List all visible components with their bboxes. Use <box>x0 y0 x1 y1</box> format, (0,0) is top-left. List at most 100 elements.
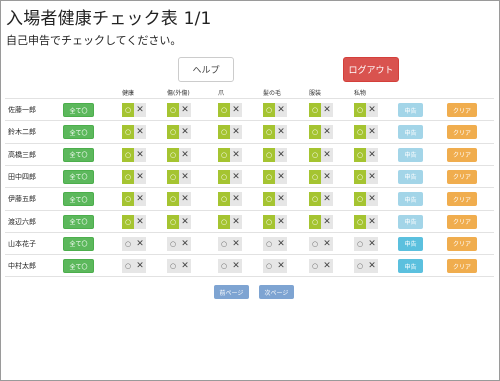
ng-option[interactable]: ✕ <box>179 259 191 274</box>
ng-option[interactable]: ✕ <box>275 192 287 207</box>
ok-option[interactable]: ○ <box>122 192 134 207</box>
ng-option[interactable]: ✕ <box>230 259 242 274</box>
ok-option[interactable]: ○ <box>309 147 321 162</box>
ok-option[interactable]: ○ <box>218 214 230 229</box>
ng-option[interactable]: ✕ <box>134 236 146 251</box>
ng-option[interactable]: ✕ <box>366 236 378 251</box>
ng-option[interactable]: ✕ <box>275 259 287 274</box>
ok-option[interactable]: ○ <box>309 236 321 251</box>
check-all-button[interactable]: 全て〇 <box>63 125 94 140</box>
clear-button[interactable]: クリア <box>447 214 477 229</box>
ok-option[interactable]: ○ <box>263 125 275 140</box>
submit-button[interactable]: 申告 <box>398 214 423 229</box>
check-all-button[interactable]: 全て〇 <box>63 147 94 162</box>
ng-option[interactable]: ✕ <box>179 103 191 117</box>
ng-option[interactable]: ✕ <box>366 169 378 184</box>
ok-option[interactable]: ○ <box>122 147 134 162</box>
submit-button[interactable]: 申告 <box>398 125 423 140</box>
clear-button[interactable]: クリア <box>447 125 477 140</box>
ok-option[interactable]: ○ <box>167 125 179 140</box>
ok-option[interactable]: ○ <box>354 147 366 162</box>
submit-button[interactable]: 申告 <box>398 103 423 117</box>
ok-option[interactable]: ○ <box>354 236 366 251</box>
ok-option[interactable]: ○ <box>218 236 230 251</box>
ng-option[interactable]: ✕ <box>321 236 333 251</box>
ok-option[interactable]: ○ <box>354 259 366 274</box>
ok-option[interactable]: ○ <box>122 169 134 184</box>
ng-option[interactable]: ✕ <box>321 125 333 140</box>
ok-option[interactable]: ○ <box>122 125 134 140</box>
logout-button[interactable]: ログアウト <box>343 57 399 82</box>
ng-option[interactable]: ✕ <box>134 259 146 274</box>
check-all-button[interactable]: 全て〇 <box>63 236 94 251</box>
ok-option[interactable]: ○ <box>309 125 321 140</box>
ok-option[interactable]: ○ <box>167 103 179 117</box>
ok-option[interactable]: ○ <box>122 103 134 117</box>
ng-option[interactable]: ✕ <box>134 192 146 207</box>
ng-option[interactable]: ✕ <box>134 103 146 117</box>
ng-option[interactable]: ✕ <box>134 147 146 162</box>
ok-option[interactable]: ○ <box>354 192 366 207</box>
ng-option[interactable]: ✕ <box>230 103 242 117</box>
ok-option[interactable]: ○ <box>354 103 366 117</box>
ok-option[interactable]: ○ <box>354 125 366 140</box>
submit-button[interactable]: 申告 <box>398 259 423 274</box>
ng-option[interactable]: ✕ <box>179 125 191 140</box>
ng-option[interactable]: ✕ <box>134 125 146 140</box>
ok-option[interactable]: ○ <box>263 236 275 251</box>
ng-option[interactable]: ✕ <box>275 103 287 117</box>
prev-page-button[interactable]: 前ページ <box>214 285 249 299</box>
ok-option[interactable]: ○ <box>218 147 230 162</box>
ng-option[interactable]: ✕ <box>275 147 287 162</box>
ok-option[interactable]: ○ <box>218 169 230 184</box>
ok-option[interactable]: ○ <box>167 259 179 274</box>
check-all-button[interactable]: 全て〇 <box>63 103 94 117</box>
ng-option[interactable]: ✕ <box>366 147 378 162</box>
ng-option[interactable]: ✕ <box>134 169 146 184</box>
clear-button[interactable]: クリア <box>447 147 477 162</box>
ng-option[interactable]: ✕ <box>230 147 242 162</box>
submit-button[interactable]: 申告 <box>398 236 423 251</box>
ng-option[interactable]: ✕ <box>275 214 287 229</box>
ok-option[interactable]: ○ <box>122 214 134 229</box>
submit-button[interactable]: 申告 <box>398 169 423 184</box>
ng-option[interactable]: ✕ <box>179 214 191 229</box>
clear-button[interactable]: クリア <box>447 259 477 274</box>
ok-option[interactable]: ○ <box>218 125 230 140</box>
ng-option[interactable]: ✕ <box>366 259 378 274</box>
ok-option[interactable]: ○ <box>218 103 230 117</box>
ng-option[interactable]: ✕ <box>366 214 378 229</box>
ng-option[interactable]: ✕ <box>321 192 333 207</box>
ok-option[interactable]: ○ <box>122 259 134 274</box>
ng-option[interactable]: ✕ <box>321 259 333 274</box>
ng-option[interactable]: ✕ <box>321 169 333 184</box>
ok-option[interactable]: ○ <box>309 169 321 184</box>
ok-option[interactable]: ○ <box>167 169 179 184</box>
help-button[interactable]: ヘルプ <box>178 57 234 82</box>
ng-option[interactable]: ✕ <box>230 192 242 207</box>
ok-option[interactable]: ○ <box>263 147 275 162</box>
ng-option[interactable]: ✕ <box>230 169 242 184</box>
ok-option[interactable]: ○ <box>218 192 230 207</box>
next-page-button[interactable]: 次ページ <box>259 285 294 299</box>
ok-option[interactable]: ○ <box>309 214 321 229</box>
check-all-button[interactable]: 全て〇 <box>63 169 94 184</box>
check-all-button[interactable]: 全て〇 <box>63 259 94 274</box>
ng-option[interactable]: ✕ <box>321 103 333 117</box>
ng-option[interactable]: ✕ <box>275 236 287 251</box>
ng-option[interactable]: ✕ <box>230 125 242 140</box>
ok-option[interactable]: ○ <box>167 236 179 251</box>
check-all-button[interactable]: 全て〇 <box>63 214 94 229</box>
ok-option[interactable]: ○ <box>354 169 366 184</box>
ok-option[interactable]: ○ <box>309 259 321 274</box>
ok-option[interactable]: ○ <box>263 259 275 274</box>
ok-option[interactable]: ○ <box>218 259 230 274</box>
ng-option[interactable]: ✕ <box>321 214 333 229</box>
ng-option[interactable]: ✕ <box>366 103 378 117</box>
ok-option[interactable]: ○ <box>122 236 134 251</box>
ng-option[interactable]: ✕ <box>179 169 191 184</box>
ok-option[interactable]: ○ <box>263 214 275 229</box>
ng-option[interactable]: ✕ <box>275 125 287 140</box>
ng-option[interactable]: ✕ <box>366 192 378 207</box>
ng-option[interactable]: ✕ <box>134 214 146 229</box>
